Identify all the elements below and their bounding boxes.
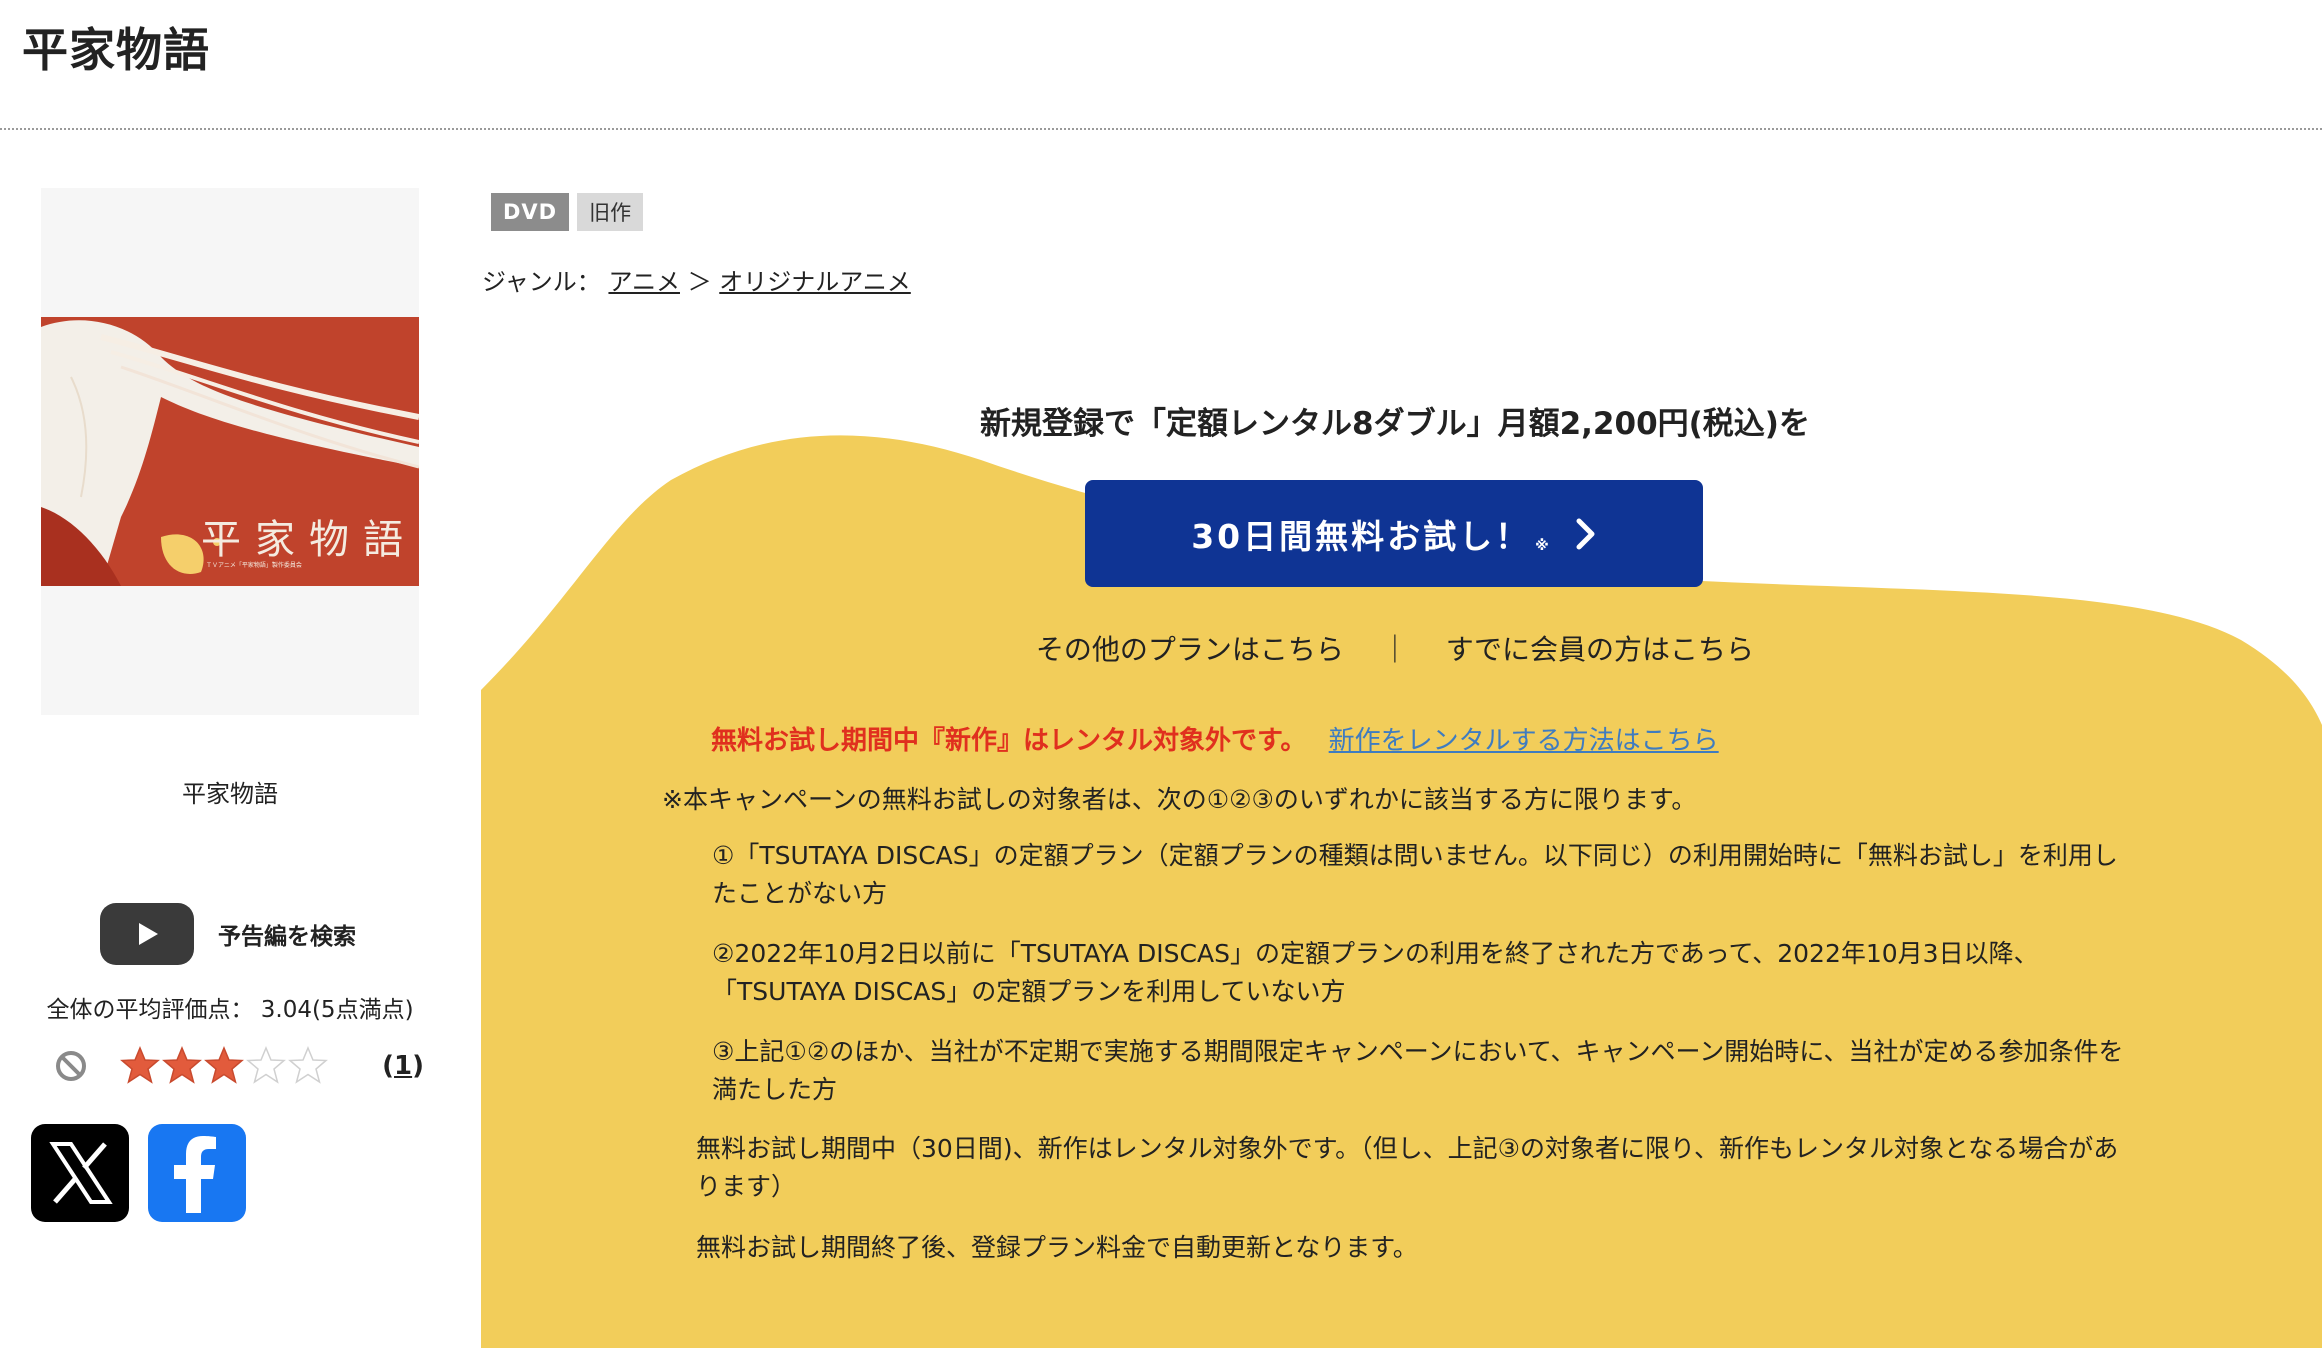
genre-label: ジャンル：	[482, 268, 601, 296]
jacket-title: 平家物語	[201, 517, 417, 563]
new-release-rental-link[interactable]: 新作をレンタルする方法はこちら	[1329, 726, 1719, 756]
genre-breadcrumb: ジャンル： アニメ ＞ オリジナルアニメ	[482, 262, 911, 297]
rating-row: (1)	[54, 1045, 424, 1089]
plan-links-separator: ｜	[1380, 633, 1409, 666]
youtube-play-icon	[100, 903, 194, 965]
item-title: 平家物語	[182, 780, 278, 808]
trailer-label: 予告編を検索	[218, 924, 356, 950]
share-facebook-button[interactable]	[148, 1124, 246, 1222]
review-count-link[interactable]: 1	[394, 1051, 412, 1081]
share-x-button[interactable]	[31, 1124, 129, 1222]
average-rating: 全体の平均評価点： 3.04(5点満点)	[46, 997, 414, 1023]
star-filled-icon[interactable]	[204, 1045, 244, 1085]
free-trial-note: ※	[1535, 537, 1549, 554]
new-release-warning: 無料お試し期間中『新作』はレンタル対象外です。	[711, 726, 1307, 756]
genre-link-original-anime[interactable]: オリジナルアニメ	[719, 268, 911, 296]
trial-eligibility-intro: ※本キャンペーンの無料お試しの対象者は、次の①②③のいずれかに該当する方に限りま…	[662, 785, 1697, 814]
auto-renew-note: 無料お試し期間終了後、登録プラン料金で自動更新となります。	[696, 1233, 1418, 1262]
header-divider	[0, 128, 2322, 130]
eligibility-condition-3: ③上記①②のほか、当社が不定期で実施する期間限定キャンペーンにおいて、キャンペー…	[712, 1037, 2124, 1104]
campaign-headline: 新規登録で「定額レンタル8ダブル」月額2,200円(税込)を	[980, 406, 1810, 442]
star-filled-icon[interactable]	[162, 1045, 202, 1085]
new-release-notice: 無料お試し期間中『新作』はレンタル対象外です。 新作をレンタルする方法はこちら	[711, 720, 1719, 757]
badge-dvd: DVD	[491, 193, 570, 231]
jacket-artwork: 平家物語 ＴＶアニメ「平家物語」製作委員会	[41, 317, 419, 586]
trial-new-release-note: 無料お試し期間中（30日間)、新作はレンタル対象外です。（但し、上記③の対象者に…	[696, 1134, 2119, 1201]
format-badges: DVD 旧作	[491, 193, 644, 231]
star-empty-icon[interactable]	[246, 1045, 286, 1085]
trailer-search-button[interactable]: 予告編を検索	[100, 903, 356, 965]
free-trial-button[interactable]: 30日間無料お試し！ ※	[1085, 480, 1703, 587]
badge-old-release: 旧作	[577, 193, 644, 231]
review-count: (1)	[382, 1051, 424, 1081]
no-interest-icon[interactable]	[54, 1049, 88, 1083]
eligibility-condition-1: ①「TSUTAYA DISCAS」の定額プラン（定額プランの種類は問いません。以…	[712, 841, 2118, 908]
other-plans-link[interactable]: その他のプランはこちら	[1036, 633, 1344, 666]
plan-links: その他のプランはこちら ｜ すでに会員の方はこちら	[720, 628, 2070, 668]
star-rating[interactable]	[120, 1045, 328, 1085]
page-title: 平家物語	[22, 23, 210, 77]
jacket-image[interactable]: 平家物語 ＴＶアニメ「平家物語」製作委員会	[41, 188, 419, 715]
chevron-right-icon	[1576, 518, 1595, 549]
eligibility-condition-2: ②2022年10月2日以前に「TSUTAYA DISCAS」の定額プランの利用を…	[712, 939, 2039, 1006]
facebook-logo-icon	[174, 1136, 216, 1213]
star-empty-icon[interactable]	[288, 1045, 328, 1085]
free-trial-label: 30日間無料お試し！	[1191, 516, 1532, 556]
genre-separator: ＞	[687, 268, 712, 296]
genre-link-anime[interactable]: アニメ	[608, 268, 680, 296]
x-logo-icon	[49, 1142, 113, 1204]
member-login-link[interactable]: すでに会員の方はこちら	[1446, 633, 1754, 666]
jacket-subtitle: ＴＶアニメ「平家物語」製作委員会	[206, 562, 302, 569]
star-filled-icon[interactable]	[120, 1045, 160, 1085]
